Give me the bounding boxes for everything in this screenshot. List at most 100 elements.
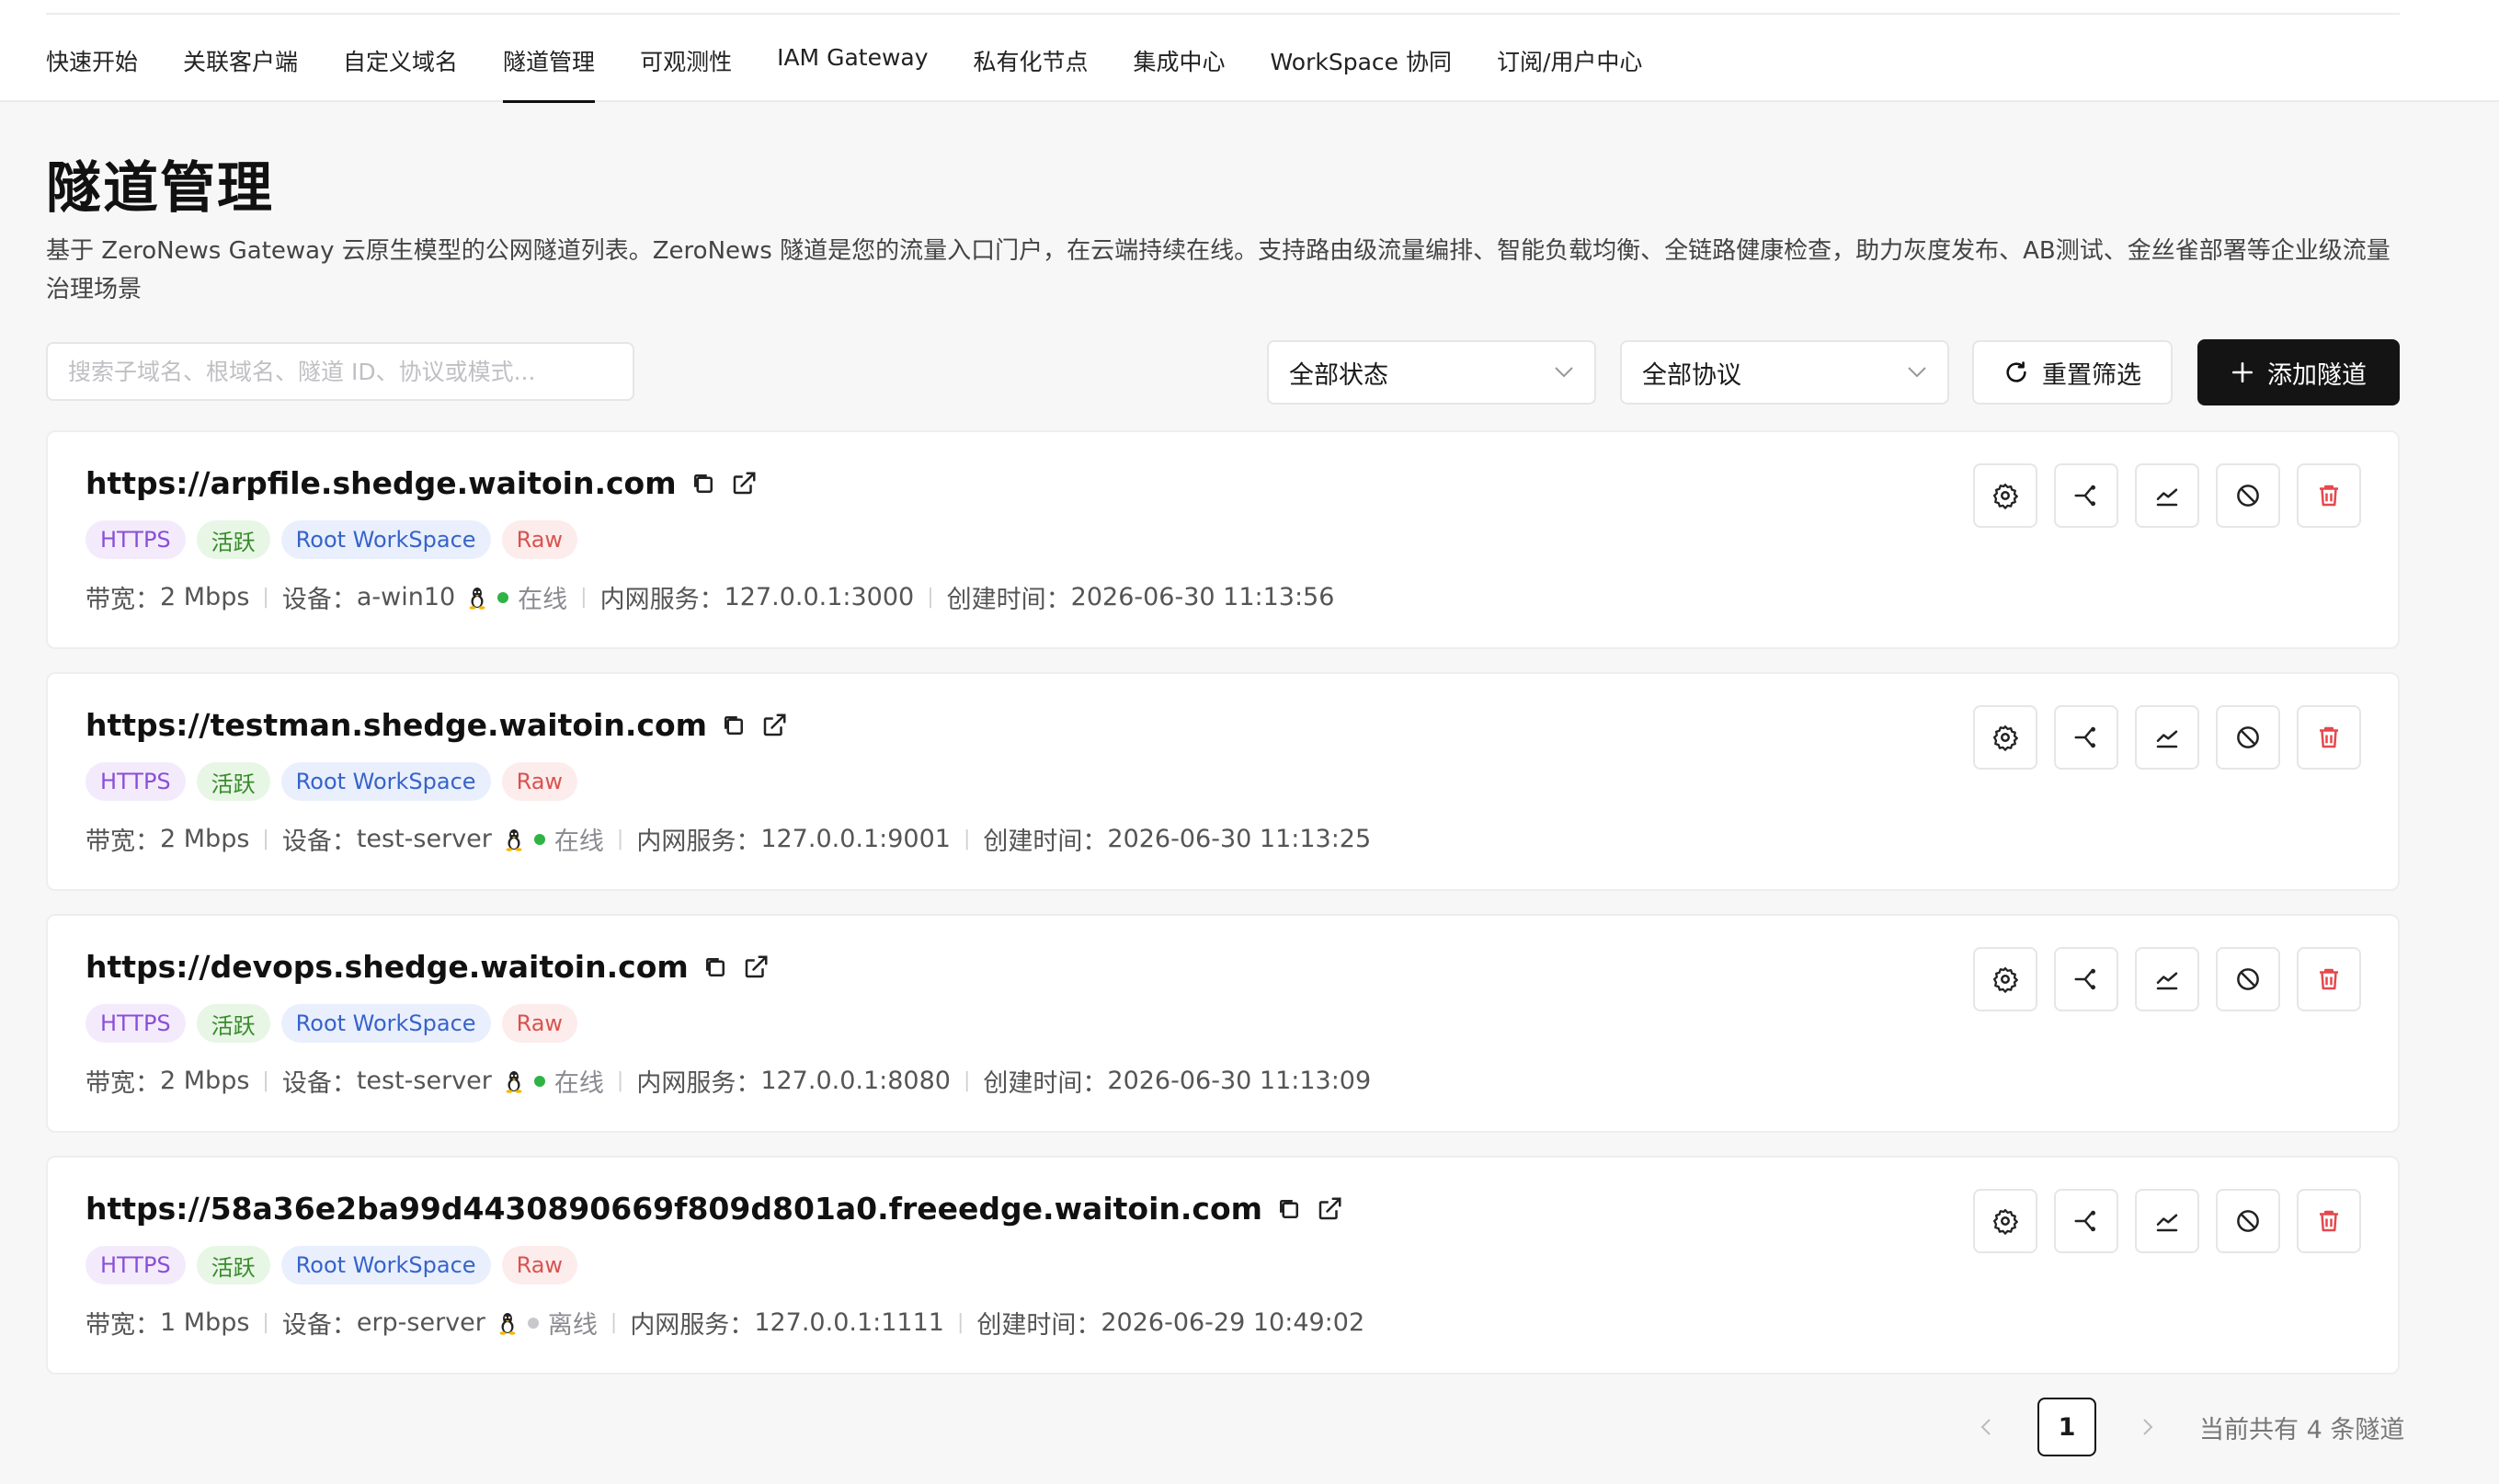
meta-separator: | [956, 1311, 964, 1334]
search-input[interactable] [46, 342, 634, 401]
copy-icon[interactable] [690, 470, 717, 497]
disable-button[interactable] [2216, 705, 2280, 770]
tab-workspace[interactable]: WorkSpace 协同 [1271, 37, 1452, 102]
chart-line-icon [2156, 488, 2178, 507]
device-label: 设备： [281, 586, 357, 614]
service-value: 127.0.0.1:3000 [724, 583, 915, 611]
external-link-icon[interactable] [730, 470, 758, 497]
metrics-button[interactable] [2135, 463, 2199, 528]
tab-tunnels[interactable]: 隧道管理 [503, 37, 596, 103]
delete-button[interactable] [2297, 947, 2361, 1011]
metrics-button[interactable] [2135, 705, 2199, 770]
metrics-button[interactable] [2135, 947, 2199, 1011]
delete-button[interactable] [2297, 463, 2361, 528]
copy-icon[interactable] [702, 953, 729, 981]
service-value: 127.0.0.1:8080 [760, 1067, 951, 1095]
workspace-badge: Root WorkSpace [280, 1004, 491, 1043]
page-number-button[interactable]: 1 [2037, 1398, 2096, 1456]
settings-button[interactable] [1973, 463, 2037, 528]
tunnel-actions [1973, 1189, 2361, 1253]
bandwidth-label: 带宽： [86, 586, 160, 614]
tunnel-actions [1973, 463, 2361, 528]
protocol-select-value: 全部协议 [1642, 360, 1741, 390]
tab-integrations[interactable]: 集成中心 [1134, 37, 1226, 102]
reset-filter-button[interactable]: 重置筛选 [1972, 340, 2173, 405]
external-link-icon[interactable] [1316, 1195, 1343, 1223]
routing-button[interactable] [2054, 463, 2118, 528]
next-page-button[interactable] [2129, 1409, 2166, 1445]
routing-button[interactable] [2054, 1189, 2118, 1253]
tunnel-card: https://devops.shedge.waitoin.com HTTPS … [46, 914, 2400, 1133]
state-badge: 活跃 [196, 520, 270, 559]
created-label: 创建时间： [946, 586, 1071, 614]
disable-button[interactable] [2216, 1189, 2280, 1253]
tab-observability[interactable]: 可观测性 [640, 37, 732, 102]
tab-iam-gateway[interactable]: IAM Gateway [777, 37, 928, 102]
routing-button[interactable] [2054, 947, 2118, 1011]
tunnel-url[interactable]: https://arpfile.shedge.waitoin.com [86, 465, 677, 501]
metrics-button[interactable] [2135, 1189, 2199, 1253]
trash-icon [2320, 485, 2338, 507]
bandwidth-label: 带宽： [86, 1311, 160, 1340]
protocol-badge: HTTPS [86, 762, 186, 801]
tunnel-meta: 带宽： 2 Mbps | 设备： test-server 在线 | 内网服务： … [86, 1063, 1371, 1099]
created-value: 2026-06-30 11:13:56 [1070, 583, 1335, 611]
state-badge: 活跃 [196, 1246, 270, 1284]
gear-icon [1993, 967, 2018, 993]
tab-subscription[interactable]: 订阅/用户中心 [1497, 37, 1642, 102]
disable-button[interactable] [2216, 947, 2280, 1011]
tab-custom-domain[interactable]: 自定义域名 [343, 37, 458, 102]
status-select[interactable]: 全部状态 [1267, 340, 1596, 405]
mode-badge: Raw [501, 1004, 578, 1043]
tunnel-url[interactable]: https://58a36e2ba99d4430890669f809d801a0… [86, 1191, 1262, 1227]
tunnel-url-row: https://58a36e2ba99d4430890669f809d801a0… [86, 1191, 1343, 1227]
external-link-icon[interactable] [760, 712, 788, 739]
tunnel-url[interactable]: https://testman.shedge.waitoin.com [86, 707, 707, 743]
tunnel-tags: HTTPS 活跃 Root WorkSpace Raw [86, 1004, 578, 1043]
page-description: 基于 ZeroNews Gateway 云原生模型的公网隧道列表。ZeroNew… [46, 237, 2391, 303]
delete-button[interactable] [2297, 705, 2361, 770]
gear-icon [1993, 1209, 2018, 1235]
meta-separator: | [963, 828, 971, 850]
ban-icon [2237, 726, 2259, 748]
meta-separator: | [616, 828, 624, 850]
trash-icon [2320, 968, 2338, 990]
tunnel-meta: 带宽： 2 Mbps | 设备： test-server 在线 | 内网服务： … [86, 821, 1371, 857]
tunnel-card: https://arpfile.shedge.waitoin.com HTTPS… [46, 430, 2400, 649]
tab-quick-start[interactable]: 快速开始 [46, 37, 138, 102]
service-value: 127.0.0.1:1111 [754, 1308, 944, 1337]
protocol-badge: HTTPS [86, 1246, 186, 1284]
routing-button[interactable] [2054, 705, 2118, 770]
add-tunnel-button[interactable]: 添加隧道 [2197, 339, 2400, 405]
settings-button[interactable] [1973, 947, 2037, 1011]
device-value: a-win10 [356, 583, 456, 611]
disable-button[interactable] [2216, 463, 2280, 528]
prev-page-button[interactable] [1968, 1409, 2004, 1445]
settings-button[interactable] [1973, 705, 2037, 770]
service-label: 内网服务： [599, 586, 725, 614]
bandwidth-value: 2 Mbps [160, 583, 250, 611]
status-dot [533, 1075, 545, 1087]
status-dot [533, 833, 545, 845]
copy-icon[interactable] [720, 712, 747, 739]
service-value: 127.0.0.1:9001 [760, 825, 951, 853]
trash-icon [2320, 1210, 2338, 1232]
tunnel-url[interactable]: https://devops.shedge.waitoin.com [86, 949, 689, 985]
tunnel-url-row: https://testman.shedge.waitoin.com [86, 707, 788, 743]
delete-button[interactable] [2297, 1189, 2361, 1253]
ban-icon [2237, 485, 2259, 507]
bandwidth-label: 带宽： [86, 828, 160, 856]
protocol-select[interactable]: 全部协议 [1620, 340, 1949, 405]
external-link-icon[interactable] [742, 953, 770, 981]
tab-private-nodes[interactable]: 私有化节点 [974, 37, 1089, 102]
chart-line-icon [2156, 730, 2178, 748]
copy-icon[interactable] [1275, 1195, 1303, 1223]
tunnel-tags: HTTPS 活跃 Root WorkSpace Raw [86, 1246, 578, 1284]
meta-separator: | [262, 828, 269, 850]
meta-separator: | [963, 1069, 971, 1092]
route-split-icon [2074, 485, 2095, 507]
device-value: test-server [356, 1067, 492, 1095]
settings-button[interactable] [1973, 1189, 2037, 1253]
bandwidth-value: 1 Mbps [160, 1308, 250, 1337]
tab-clients[interactable]: 关联客户端 [183, 37, 298, 102]
